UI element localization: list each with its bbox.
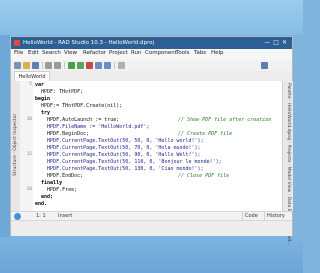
- line-number: 20: [26, 187, 32, 192]
- new-file-icon[interactable]: [14, 62, 21, 69]
- menu-search[interactable]: Search: [42, 50, 61, 56]
- title-bar: HelloWorld - RAD Studio 10.3 - HelloWorl…: [11, 37, 292, 49]
- desktop-left-edge: [0, 0, 10, 273]
- ide-window: HelloWorld - RAD Studio 10.3 - HelloWorl…: [10, 36, 293, 246]
- code-line: var: [35, 82, 44, 89]
- code-editor[interactable]: var HPDF: THotPDF; begin HPDF:= THotPDF.…: [33, 81, 282, 211]
- menu-edit[interactable]: Edit: [28, 50, 39, 56]
- line-number: 15: [26, 152, 32, 157]
- code-line: try: [35, 110, 50, 117]
- step-over-icon[interactable]: [95, 62, 102, 69]
- code-text: HPDF.BeginDoc;: [35, 131, 90, 137]
- code-line: end;: [35, 194, 53, 201]
- code-line: HPDF.CurrentPage.TextOut(50, 90, 0, 'Hal…: [35, 152, 201, 159]
- code-line: HPDF.CurrentPage.TextOut(50, 110, 0, 'Bo…: [35, 159, 222, 166]
- code-text: begin: [35, 96, 51, 102]
- code-text: finally: [35, 180, 63, 186]
- code-comment: // Close PDF file: [178, 173, 229, 180]
- undo-icon[interactable]: [45, 62, 52, 69]
- code-text: HPDF.CurrentPage.TextOut(50, 90, 0, 'Hal…: [35, 152, 201, 158]
- code-line: end.: [35, 201, 47, 208]
- toolbar-separator: [114, 62, 115, 69]
- search-icon[interactable]: [261, 62, 268, 69]
- code-text: HPDF.FileName := 'HelloWorld.pdf';: [35, 124, 150, 130]
- code-line: HPDF.Free;: [35, 187, 77, 194]
- code-comment: // Show PDF file after creation: [178, 117, 271, 124]
- code-text: HPDF.CurrentPage.TextOut(50, 110, 0, 'Bo…: [35, 159, 222, 165]
- code-text: end.: [35, 201, 48, 207]
- code-line: begin: [35, 96, 50, 103]
- run-icon[interactable]: [68, 62, 75, 69]
- line-number-gutter: 5 10 15 20: [20, 81, 34, 211]
- menu-project[interactable]: Project: [109, 50, 128, 56]
- left-panel-label[interactable]: Structure · Object Inspector: [13, 114, 18, 176]
- line-number: 10: [26, 117, 32, 122]
- desktop-top-area: [0, 0, 303, 35]
- stop-icon[interactable]: [86, 62, 93, 69]
- code-text: try: [35, 110, 51, 116]
- layout-icon[interactable]: [118, 62, 125, 69]
- code-text: HPDF.EndDoc;: [35, 173, 84, 179]
- modified-indicator-icon: [14, 213, 21, 220]
- code-line: HPDF: THotPDF;: [35, 89, 83, 96]
- tab-helloworld[interactable]: HelloWorld: [14, 71, 50, 81]
- code-text: var: [35, 82, 45, 88]
- insert-mode: Insert: [58, 213, 73, 219]
- code-text: HPDF.CurrentPage.TextOut(50, 130, 0, 'Ci…: [35, 166, 204, 172]
- comment-text: // Close PDF file: [178, 173, 230, 179]
- code-text: HPDF.AutoLaunch := true;: [35, 117, 120, 123]
- code-line: finally: [35, 180, 62, 187]
- desktop-bottom-area: [0, 237, 303, 273]
- code-line: HPDF.CurrentPage.TextOut(50, 70, 0, 'Hol…: [35, 145, 201, 152]
- menu-view[interactable]: View: [64, 50, 77, 56]
- window-title: HelloWorld - RAD Studio 10.3 - HelloWorl…: [23, 40, 154, 46]
- menu-help[interactable]: Help: [211, 50, 224, 56]
- app-icon: [14, 40, 20, 46]
- toolbar-separator: [42, 62, 43, 69]
- menu-tools[interactable]: Tools: [176, 50, 190, 56]
- code-text: end;: [35, 194, 54, 200]
- open-folder-icon[interactable]: [23, 62, 30, 69]
- code-line: HPDF.AutoLaunch := true;: [35, 117, 119, 124]
- line-number: 5: [29, 82, 32, 87]
- menu-file[interactable]: File: [14, 50, 23, 56]
- step-into-icon[interactable]: [104, 62, 111, 69]
- menu-tabs[interactable]: Tabs: [194, 50, 206, 56]
- code-comment: // Create PDF file: [178, 131, 232, 138]
- code-text: HPDF.CurrentPage.TextOut(50, 50, 0, 'Hel…: [35, 138, 204, 144]
- menu-component[interactable]: Component: [145, 50, 177, 56]
- code-text: HPDF: THotPDF;: [35, 89, 84, 95]
- code-line: HPDF.EndDoc;: [35, 173, 83, 180]
- code-text: HPDF.CurrentPage.TextOut(50, 70, 0, 'Hol…: [35, 145, 201, 151]
- code-line: HPDF.FileName := 'HelloWorld.pdf';: [35, 124, 149, 131]
- redo-icon[interactable]: [54, 62, 61, 69]
- menu-run[interactable]: Run: [131, 50, 142, 56]
- bottom-panel: [11, 220, 292, 236]
- code-text: HPDF.Free;: [35, 187, 78, 193]
- comment-text: // Show PDF file after creation: [178, 117, 272, 123]
- right-dock-panel[interactable]: Palette · HelloWorld.dproj - Projects · …: [282, 81, 293, 246]
- code-line: HPDF.CurrentPage.TextOut(50, 50, 0, 'Hel…: [35, 138, 204, 145]
- code-text: HPDF:= THotPDF.Create(nil);: [35, 103, 123, 109]
- toolbar-separator: [64, 62, 65, 69]
- code-line: HPDF.BeginDoc;: [35, 131, 89, 138]
- run-without-debug-icon[interactable]: [77, 62, 84, 69]
- cursor-position: 1: 1: [36, 213, 46, 219]
- save-icon[interactable]: [32, 62, 39, 69]
- window-controls[interactable]: —□✕: [264, 37, 290, 49]
- menu-refactor[interactable]: Refactor: [83, 50, 106, 56]
- code-line: HPDF.CurrentPage.TextOut(50, 130, 0, 'Ci…: [35, 166, 204, 173]
- code-line: HPDF:= THotPDF.Create(nil);: [35, 103, 122, 110]
- comment-text: // Create PDF file: [178, 131, 233, 137]
